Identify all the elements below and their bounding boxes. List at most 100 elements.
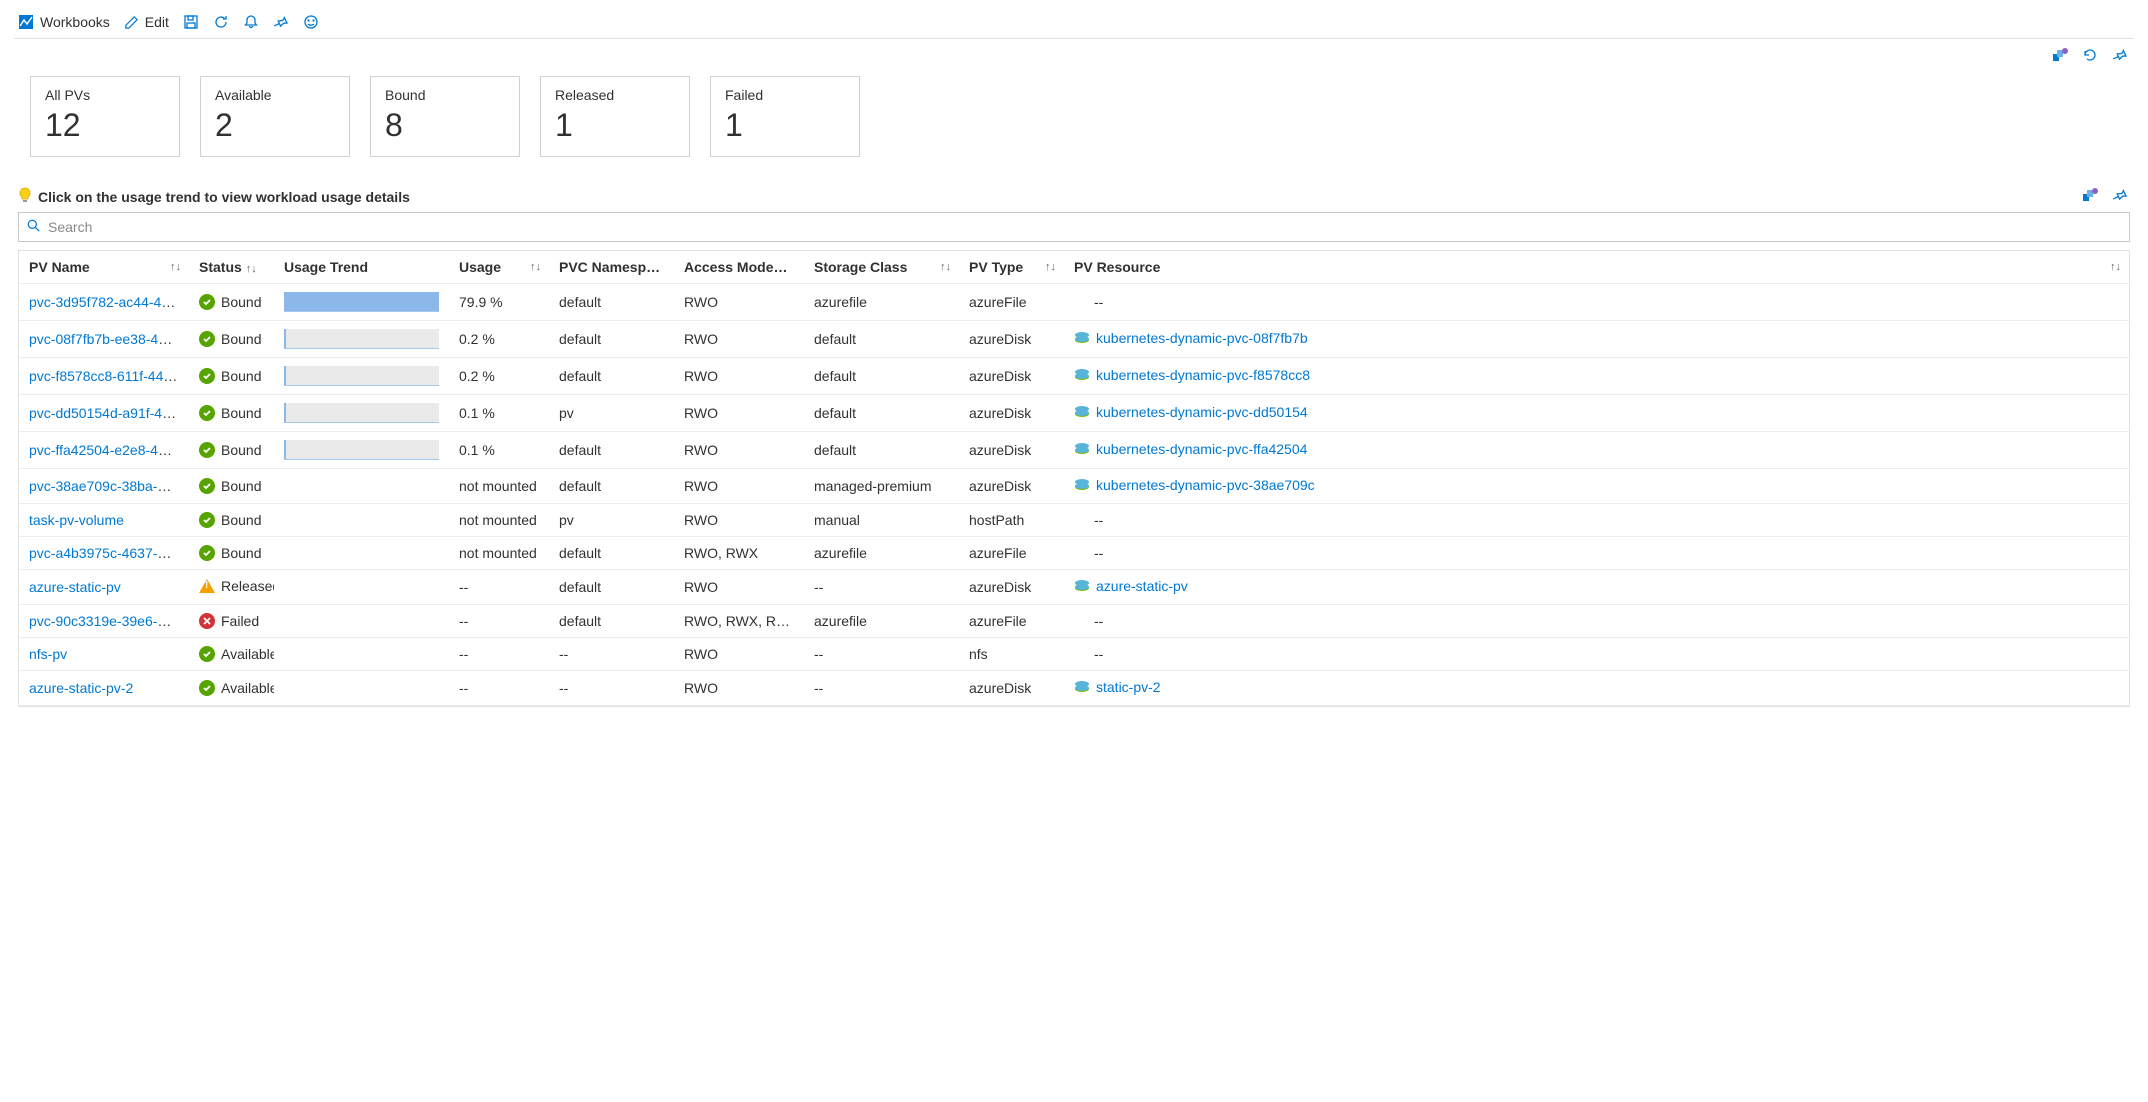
- pv-resource-link[interactable]: static-pv-2: [1096, 679, 1161, 695]
- status-ok-icon: [199, 478, 215, 494]
- pv-resource-link[interactable]: kubernetes-dynamic-pvc-08f7fb7b: [1096, 330, 1308, 346]
- pv-name-link[interactable]: pvc-3d95f782-ac44-4f6c-: [29, 294, 185, 310]
- table-row: pvc-ffa42504-e2e8-4460- Bound 0.1 % defa…: [19, 432, 2129, 469]
- col-am[interactable]: Access Modes↑↓: [674, 251, 804, 284]
- pv-name-link[interactable]: pvc-08f7fb7b-ee38-42bb: [29, 331, 182, 347]
- search-icon: [27, 219, 40, 235]
- pin-icon-2[interactable]: [2112, 187, 2128, 206]
- storage-class-text: --: [804, 671, 959, 706]
- tile-released[interactable]: Released 1: [540, 76, 690, 157]
- pin-button[interactable]: [273, 14, 289, 30]
- tile-failed[interactable]: Failed 1: [710, 76, 860, 157]
- table-row: pvc-3d95f782-ac44-4f6c- Bound 79.9 % def…: [19, 284, 2129, 321]
- table-row: azure-static-pv Released -- default RWO …: [19, 570, 2129, 605]
- status-ok-icon: [199, 512, 215, 528]
- search-box[interactable]: [18, 212, 2130, 242]
- usage-text: --: [449, 671, 549, 706]
- pv-name-link[interactable]: pvc-dd50154d-a91f-4b83: [29, 405, 185, 421]
- access-modes-text: RWO: [674, 284, 804, 321]
- pv-name-link[interactable]: azure-static-pv: [29, 579, 121, 595]
- pv-name-link[interactable]: pvc-a4b3975c-4637-472f: [29, 545, 185, 561]
- action-row-top: [14, 39, 2134, 70]
- table-header-row: PV Name↑↓ Status↑↓ Usage Trend Usage↑↓ P…: [19, 251, 2129, 284]
- status-text: Failed: [221, 613, 259, 629]
- pv-name-link[interactable]: pvc-ffa42504-e2e8-4460-: [29, 442, 186, 458]
- pv-resource-link[interactable]: kubernetes-dynamic-pvc-f8578cc8: [1096, 367, 1310, 383]
- access-modes-text: RWO: [674, 570, 804, 605]
- col-usage[interactable]: Usage↑↓: [449, 251, 549, 284]
- usage-text: 0.1 %: [449, 395, 549, 432]
- pv-name-link[interactable]: pvc-90c3319e-39e6-42d9: [29, 613, 189, 629]
- pv-type-text: azureDisk: [959, 432, 1064, 469]
- pv-name-link[interactable]: task-pv-volume: [29, 512, 124, 528]
- workbooks-button[interactable]: Workbooks: [18, 14, 110, 30]
- tile-bound[interactable]: Bound 8: [370, 76, 520, 157]
- status-text: Bound: [221, 368, 261, 384]
- status-ok-icon: [199, 545, 215, 561]
- comment-icon-2[interactable]: [2082, 187, 2098, 206]
- usage-trend-bar[interactable]: [284, 329, 439, 349]
- pv-resource-text: --: [1074, 545, 1103, 561]
- disk-icon: [1074, 579, 1090, 593]
- col-status[interactable]: Status↑↓: [189, 251, 274, 284]
- pv-type-text: hostPath: [959, 504, 1064, 537]
- tile-value: 1: [555, 107, 675, 144]
- sort-icon: ↑↓: [530, 261, 541, 273]
- pv-resource-link[interactable]: kubernetes-dynamic-pvc-ffa42504: [1096, 441, 1307, 457]
- pv-name-link[interactable]: pvc-38ae709c-38ba-44f5: [29, 478, 185, 494]
- namespace-text: default: [549, 605, 674, 638]
- search-input[interactable]: [46, 217, 2121, 237]
- storage-class-text: default: [804, 358, 959, 395]
- pv-name-link[interactable]: nfs-pv: [29, 646, 67, 662]
- sort-icon: ↑↓: [1045, 261, 1056, 273]
- pv-type-text: azureDisk: [959, 469, 1064, 504]
- status-ok-icon: [199, 680, 215, 696]
- col-type[interactable]: PV Type↑↓: [959, 251, 1064, 284]
- usage-trend-bar[interactable]: [284, 440, 439, 460]
- status-text: Bound: [221, 545, 261, 561]
- status-ok-icon: [199, 294, 215, 310]
- storage-class-text: default: [804, 321, 959, 358]
- pv-resource-text: --: [1074, 613, 1103, 629]
- col-trend[interactable]: Usage Trend: [274, 251, 449, 284]
- usage-text: --: [449, 570, 549, 605]
- pin-top-icon[interactable]: [2112, 47, 2128, 66]
- refresh-button[interactable]: [213, 14, 229, 30]
- table-row: pvc-a4b3975c-4637-472f Bound not mounted…: [19, 537, 2129, 570]
- table-row: task-pv-volume Bound not mounted pv RWO …: [19, 504, 2129, 537]
- pv-resource-link[interactable]: azure-static-pv: [1096, 578, 1188, 594]
- storage-class-text: --: [804, 570, 959, 605]
- usage-trend-bar[interactable]: [284, 366, 439, 386]
- save-button[interactable]: [183, 14, 199, 30]
- comment-icon[interactable]: [2052, 47, 2068, 66]
- usage-trend-bar[interactable]: [284, 403, 439, 423]
- col-pvname[interactable]: PV Name↑↓: [19, 251, 189, 284]
- disk-icon: [1074, 405, 1090, 419]
- status-ok-icon: [199, 405, 215, 421]
- edit-button[interactable]: Edit: [124, 14, 169, 30]
- usage-text: not mounted: [449, 469, 549, 504]
- status-fail-icon: [199, 613, 215, 629]
- pv-resource-link[interactable]: kubernetes-dynamic-pvc-dd50154: [1096, 404, 1308, 420]
- feedback-button[interactable]: [303, 14, 319, 30]
- disk-icon: [1074, 442, 1090, 456]
- pv-resource-link[interactable]: kubernetes-dynamic-pvc-38ae709c: [1096, 477, 1315, 493]
- storage-class-text: azurefile: [804, 537, 959, 570]
- notifications-button[interactable]: [243, 14, 259, 30]
- col-res[interactable]: PV Resource↑↓: [1064, 251, 2129, 284]
- tile-available[interactable]: Available 2: [200, 76, 350, 157]
- access-modes-text: RWO, RWX: [674, 537, 804, 570]
- usage-text: not mounted: [449, 537, 549, 570]
- tile-all-pvs[interactable]: All PVs 12: [30, 76, 180, 157]
- col-ns[interactable]: PVC Namespace↑↓: [549, 251, 674, 284]
- pv-name-link[interactable]: azure-static-pv-2: [29, 680, 133, 696]
- namespace-text: pv: [549, 395, 674, 432]
- col-sc[interactable]: Storage Class↑↓: [804, 251, 959, 284]
- pv-type-text: azureDisk: [959, 358, 1064, 395]
- undo-icon[interactable]: [2082, 47, 2098, 66]
- usage-trend-bar[interactable]: [284, 292, 439, 312]
- usage-text: 79.9 %: [449, 284, 549, 321]
- pv-name-link[interactable]: pvc-f8578cc8-611f-4415-: [29, 368, 184, 384]
- storage-class-text: default: [804, 432, 959, 469]
- status-text: Available: [221, 680, 274, 696]
